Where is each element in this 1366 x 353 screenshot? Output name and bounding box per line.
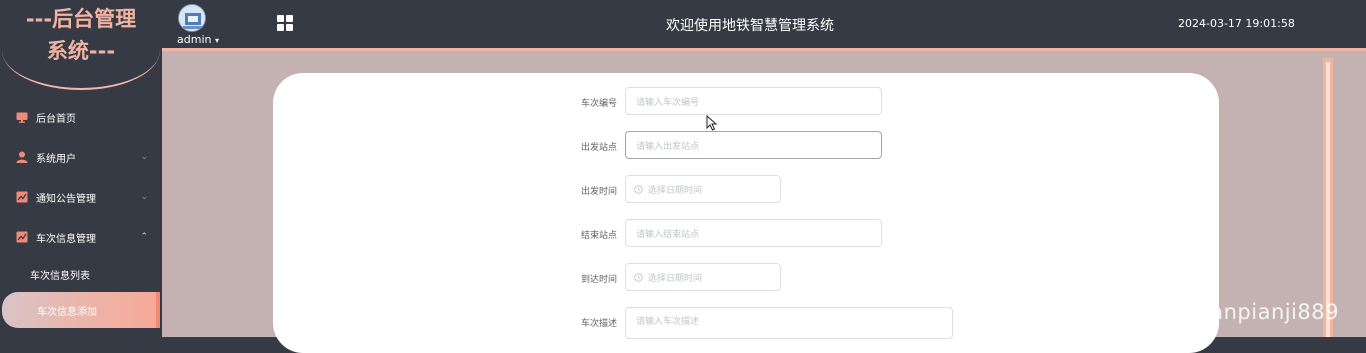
- sidebar-subitem-train-add[interactable]: 车次信息添加: [2, 292, 160, 328]
- train-number-input[interactable]: 请输入车次编号: [625, 87, 882, 115]
- scrollbar-thumb[interactable]: [1326, 62, 1330, 337]
- sidebar-item-notice-management[interactable]: 通知公告管理 ⌄: [0, 177, 162, 217]
- watermark: CSDN @vx_danpianji889: [1069, 300, 1340, 324]
- sidebar-item-train-management[interactable]: 车次信息管理 ⌃: [0, 217, 162, 257]
- arrival-time-placeholder: 选择日期时间: [648, 273, 703, 284]
- train-number-label: 车次编号: [580, 99, 617, 109]
- monitor-icon: [16, 111, 28, 123]
- user-icon: [16, 151, 28, 163]
- sidebar-item-label: 系统用户: [36, 153, 76, 165]
- sidebar-subitem-train-list[interactable]: 车次信息列表: [0, 256, 162, 292]
- chart-icon: [16, 191, 28, 203]
- train-description-textarea[interactable]: 请输入车次描述: [625, 307, 953, 339]
- mouse-cursor-icon: [706, 114, 718, 131]
- clock-icon: [634, 272, 643, 282]
- chevron-down-icon: ⌄: [140, 152, 148, 162]
- train-description-label: 车次描述: [580, 319, 617, 329]
- sidebar-item-label: 车次信息管理: [36, 233, 96, 245]
- chevron-down-icon: ⌄: [140, 192, 148, 202]
- train-description-placeholder: 请输入车次描述: [636, 317, 700, 327]
- current-datetime: 2024-03-17 19:01:58: [1178, 17, 1295, 30]
- caret-down-icon: ▾: [214, 36, 219, 45]
- sidebar-subitem-label: 车次信息列表: [30, 270, 90, 282]
- sidebar-subitem-label: 车次信息添加: [37, 306, 97, 318]
- train-number-placeholder: 请输入车次编号: [636, 97, 700, 108]
- end-station-placeholder: 请输入结束站点: [636, 229, 700, 240]
- page-title: 欢迎使用地铁智慧管理系统: [666, 18, 834, 34]
- departure-station-input[interactable]: 请输入出发站点: [625, 131, 882, 159]
- clock-icon: [634, 184, 643, 194]
- sidebar-item-label: 通知公告管理: [36, 193, 96, 205]
- departure-station-label: 出发站点: [580, 143, 617, 153]
- end-station-label: 结束站点: [580, 231, 617, 241]
- departure-time-picker[interactable]: 选择日期时间: [625, 175, 781, 203]
- arrival-time-picker[interactable]: 选择日期时间: [625, 263, 781, 291]
- chevron-up-icon: ⌃: [140, 232, 148, 242]
- departure-time-placeholder: 选择日期时间: [648, 185, 703, 196]
- departure-time-label: 出发时间: [580, 187, 617, 197]
- chart-icon: [16, 231, 28, 243]
- arrival-time-label: 到达时间: [580, 275, 617, 285]
- end-station-input[interactable]: 请输入结束站点: [625, 219, 882, 247]
- sidebar-item-home[interactable]: 后台首页: [0, 97, 162, 137]
- sidebar-item-label: 后台首页: [36, 113, 76, 125]
- sidebar: ---后台管理 系统--- 后台首页 系统用户 ⌄ 通知公告管理 ⌄ 车次信息管…: [0, 0, 162, 337]
- brand-title-line2: 系统---: [46, 39, 116, 63]
- departure-station-placeholder: 请输入出发站点: [636, 141, 700, 152]
- brand-logo: ---后台管理 系统---: [2, 0, 160, 90]
- sidebar-item-system-users[interactable]: 系统用户 ⌄: [0, 137, 162, 177]
